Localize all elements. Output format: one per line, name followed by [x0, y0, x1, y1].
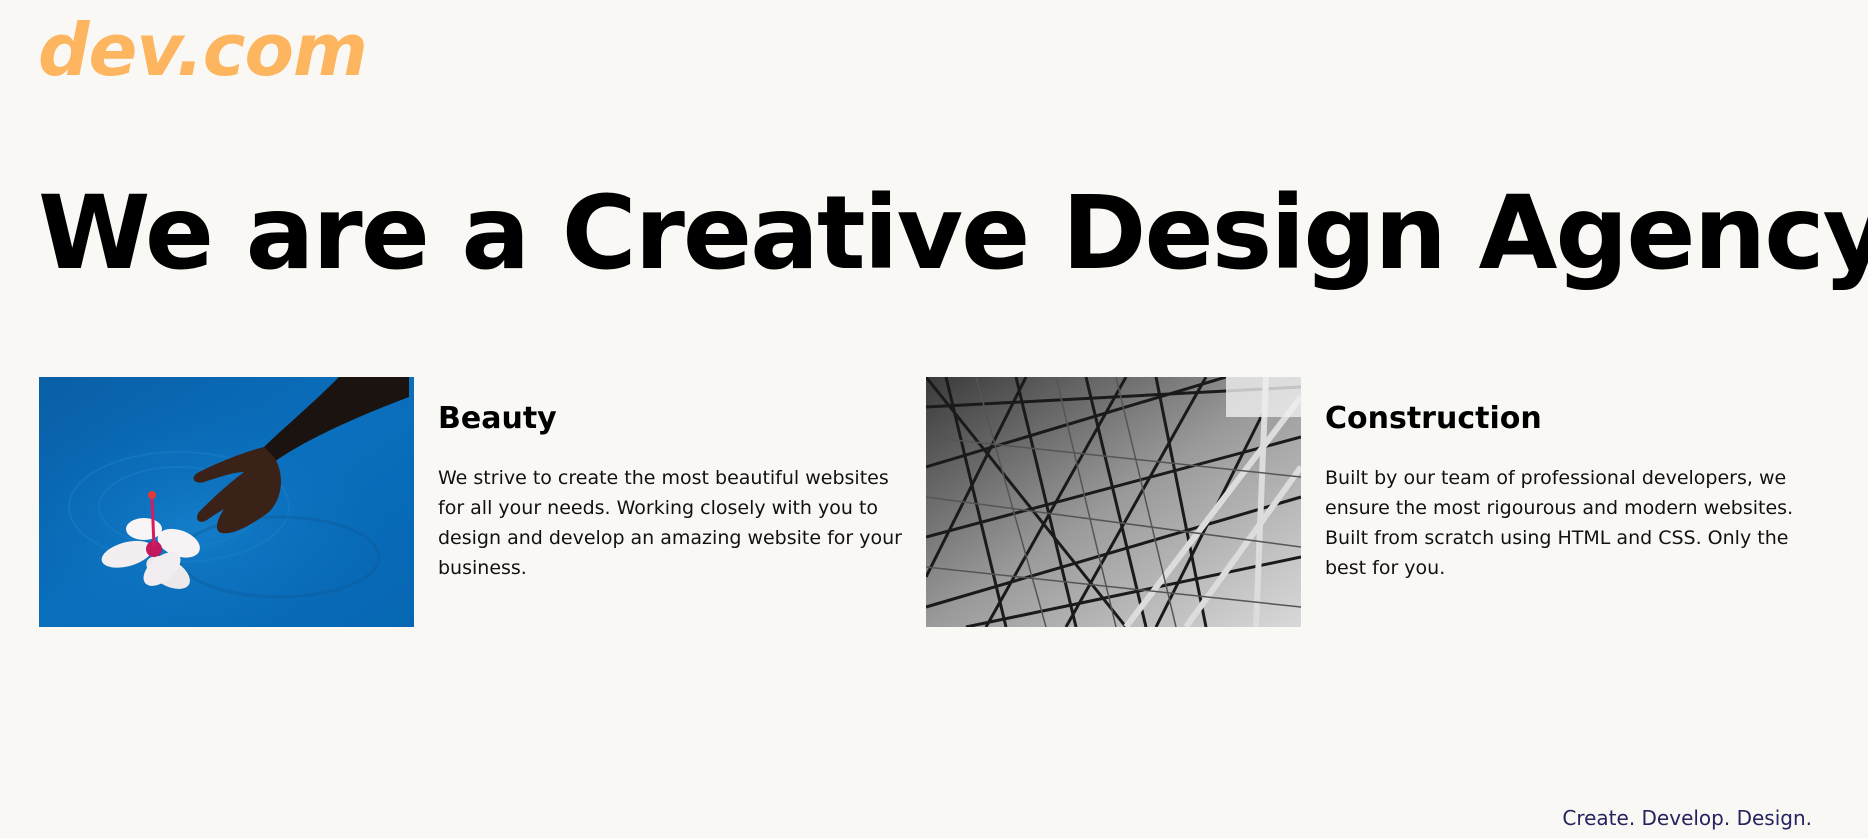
service-title: Construction: [1325, 401, 1542, 436]
footer-tagline: Create. Develop. Design.: [1562, 806, 1812, 830]
beauty-photo: [39, 377, 414, 627]
service-description: Built by our team of professional develo…: [1325, 467, 1794, 579]
service-title: Beauty: [438, 401, 557, 436]
construction-text: Construction Built by our team of profes…: [1325, 401, 1805, 583]
hero-title: We are a Creative Design Agency: [38, 174, 1868, 293]
beauty-text: Beauty We strive to create the most beau…: [438, 401, 918, 583]
logo[interactable]: dev.com: [38, 14, 368, 86]
service-card-beauty: Beauty We strive to create the most beau…: [39, 377, 919, 627]
service-description: We strive to create the most beautiful w…: [438, 467, 902, 579]
construction-photo: [926, 377, 1301, 627]
service-card-construction: Construction Built by our team of profes…: [926, 377, 1826, 627]
